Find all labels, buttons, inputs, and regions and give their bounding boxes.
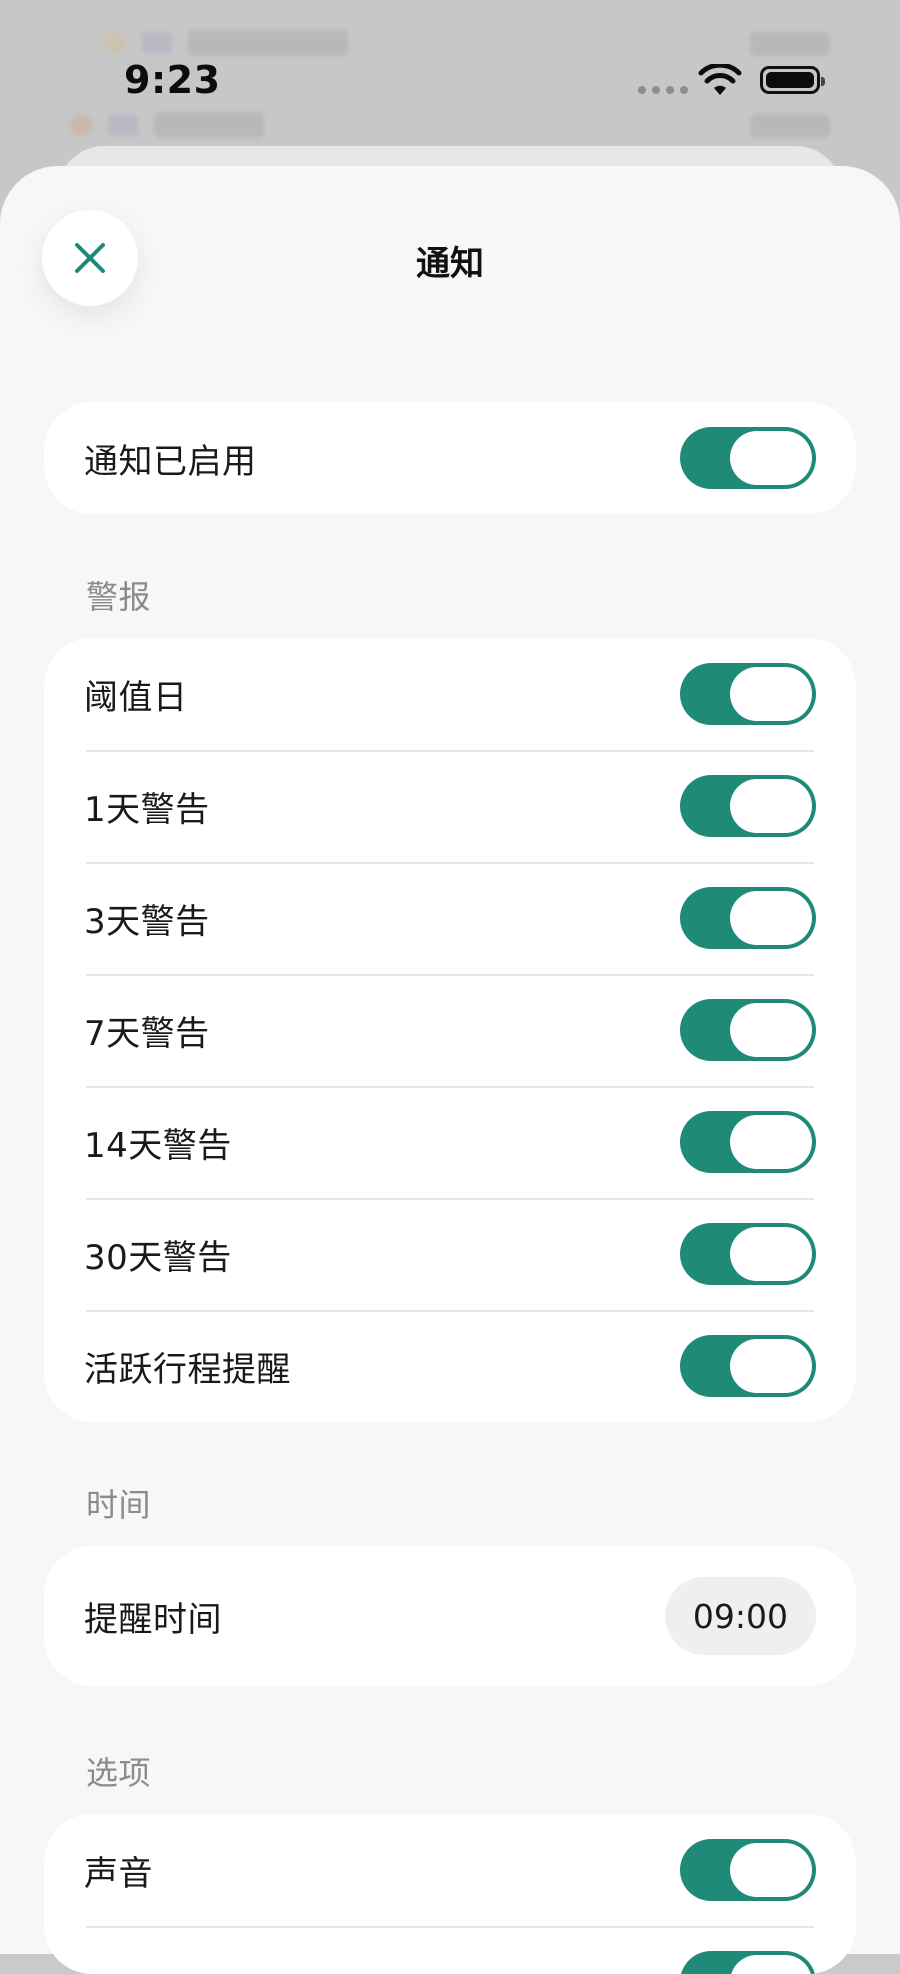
3-day-warning-toggle[interactable] (680, 887, 816, 949)
section-label-options: 选项 (86, 1754, 152, 1792)
next-option-toggle[interactable] (680, 1951, 816, 1974)
threshold-day-toggle[interactable] (680, 663, 816, 725)
page-title: 通知 (416, 244, 484, 284)
time-card: 提醒时间 09:00 (44, 1546, 856, 1686)
row-30-day-warning: 30天警告 (44, 1198, 856, 1310)
options-card: 声音 (44, 1814, 856, 1974)
row-7-day-warning: 7天警告 (44, 974, 856, 1086)
row-threshold-day: 阈值日 (44, 638, 856, 750)
row-partial-next (44, 1926, 856, 1974)
toggle-knob (730, 1227, 812, 1281)
row-label: 提醒时间 (84, 1599, 222, 1640)
7-day-warning-toggle[interactable] (680, 999, 816, 1061)
cellular-signal-icon (638, 86, 688, 94)
1-day-warning-toggle[interactable] (680, 775, 816, 837)
battery-icon (760, 66, 825, 94)
row-label: 通知已启用 (84, 441, 257, 482)
toggle-knob (730, 1843, 812, 1897)
toggle-knob (730, 1955, 812, 1974)
row-sound: 声音 (44, 1814, 856, 1926)
toggle-knob (730, 431, 812, 485)
toggle-knob (730, 1003, 812, 1057)
row-label: 14天警告 (84, 1125, 232, 1166)
section-label-time: 时间 (86, 1486, 152, 1524)
toggle-knob (730, 779, 812, 833)
toggle-knob (730, 667, 812, 721)
alerts-card: 阈值日 1天警告 3天警告 7天警告 14天警告 30天警告 活跃行程提醒 (44, 638, 856, 1422)
status-time: 9:23 (124, 58, 221, 102)
notification-settings-sheet: 通知 通知已启用 警报 阈值日 1天警告 3天警告 7天警告 14天警告 30天… (0, 166, 900, 1974)
row-label: 3天警告 (84, 901, 210, 942)
row-3-day-warning: 3天警告 (44, 862, 856, 974)
active-trip-reminder-toggle[interactable] (680, 1335, 816, 1397)
row-label: 活跃行程提醒 (84, 1349, 291, 1390)
sound-toggle[interactable] (680, 1839, 816, 1901)
row-label: 7天警告 (84, 1013, 210, 1054)
row-reminder-time: 提醒时间 09:00 (44, 1546, 856, 1686)
14-day-warning-toggle[interactable] (680, 1111, 816, 1173)
section-label-alerts: 警报 (86, 578, 152, 616)
row-1-day-warning: 1天警告 (44, 750, 856, 862)
toggle-knob (730, 891, 812, 945)
row-14-day-warning: 14天警告 (44, 1086, 856, 1198)
toggle-knob (730, 1115, 812, 1169)
main-toggle-card: 通知已启用 (44, 402, 856, 514)
row-notifications-enabled: 通知已启用 (44, 402, 856, 514)
row-label: 声音 (84, 1853, 153, 1894)
row-label: 1天警告 (84, 789, 210, 830)
reminder-time-picker[interactable]: 09:00 (664, 1577, 816, 1655)
notifications-enabled-toggle[interactable] (680, 427, 816, 489)
toggle-knob (730, 1339, 812, 1393)
30-day-warning-toggle[interactable] (680, 1223, 816, 1285)
wifi-icon (698, 64, 742, 95)
row-active-trip-reminder: 活跃行程提醒 (44, 1310, 856, 1422)
status-bar: 9:23 (0, 0, 900, 160)
row-label: 阈值日 (84, 677, 188, 718)
row-label: 30天警告 (84, 1237, 232, 1278)
